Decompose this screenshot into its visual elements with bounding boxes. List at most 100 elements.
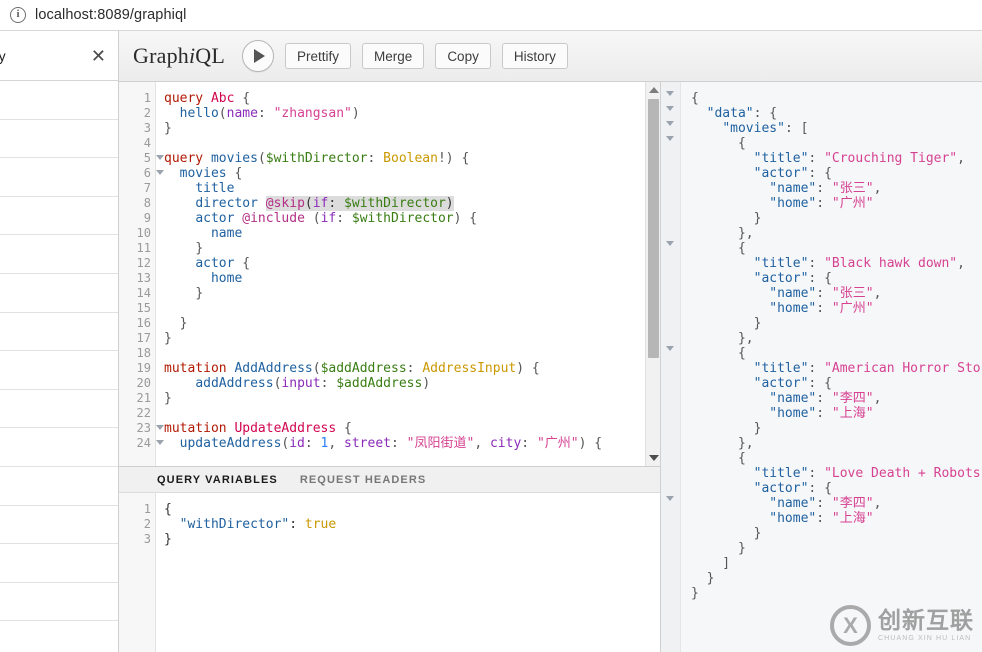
url-chip[interactable]: i localhost:8089/graphiql (0, 7, 186, 23)
list-item[interactable] (0, 81, 118, 120)
list-item[interactable] (0, 274, 118, 313)
result-line: { (691, 241, 982, 256)
code-line: } (164, 331, 645, 346)
list-item[interactable] (0, 544, 118, 583)
code-line: query Abc { (164, 91, 645, 106)
query-editor[interactable]: 123456789101112131415161718192021222324 … (119, 82, 660, 466)
code-line: query movies($withDirector: Boolean!) { (164, 151, 645, 166)
fold-toggle-icon[interactable] (666, 496, 674, 501)
line-number: 2 (119, 106, 155, 121)
result-line: "name": "张三", (691, 181, 982, 196)
code-line: { (164, 502, 660, 517)
tab-query-variables[interactable]: QUERY VARIABLES (157, 474, 278, 486)
fold-toggle-icon[interactable] (156, 440, 164, 445)
line-number: 4 (119, 136, 155, 151)
code-line (164, 346, 645, 361)
history-button[interactable]: History (502, 43, 568, 69)
list-item[interactable] (0, 428, 118, 467)
list-item[interactable] (0, 351, 118, 390)
line-number: 22 (119, 406, 155, 421)
fold-toggle-icon[interactable] (666, 346, 674, 351)
result-line: { (691, 346, 982, 361)
result-line: } (691, 571, 982, 586)
fold-toggle-icon[interactable] (666, 241, 674, 246)
line-number: 3 (119, 121, 155, 136)
fold-toggle-icon[interactable] (666, 91, 674, 96)
list-item[interactable] (0, 467, 118, 506)
fold-toggle-icon[interactable] (156, 155, 164, 160)
fold-toggle-icon[interactable] (156, 425, 164, 430)
line-number: 23 (119, 421, 155, 436)
result-code: { "data": { "movies": [ { "title": "Crou… (681, 82, 982, 652)
play-icon (254, 49, 265, 63)
code-line: } (164, 532, 660, 547)
line-number: 24 (119, 436, 155, 451)
line-number: 16 (119, 316, 155, 331)
result-line: }, (691, 226, 982, 241)
fold-toggle-icon[interactable] (666, 136, 674, 141)
line-number: 20 (119, 376, 155, 391)
variables-code[interactable]: { "withDirector": true} (156, 493, 660, 652)
fold-toggle-icon[interactable] (156, 170, 164, 175)
list-item[interactable] (0, 621, 118, 652)
result-line: "data": { (691, 106, 982, 121)
line-number: 1 (119, 502, 155, 517)
code-line: updateAddress(id: 1, street: "凤阳街道", cit… (164, 436, 645, 451)
line-number: 8 (119, 196, 155, 211)
url-text[interactable]: localhost:8089/graphiql (35, 7, 186, 23)
result-line: }, (691, 436, 982, 451)
result-line: "home": "广州" (691, 196, 982, 211)
list-item[interactable] (0, 506, 118, 545)
code-line: home (164, 271, 645, 286)
query-scrollbar[interactable] (645, 82, 660, 466)
background-list (0, 81, 118, 652)
code-line (164, 136, 645, 151)
line-number: 18 (119, 346, 155, 361)
result-line: "name": "李四", (691, 496, 982, 511)
list-item[interactable] (0, 197, 118, 236)
prettify-button[interactable]: Prettify (285, 43, 351, 69)
code-line: movies { (164, 166, 645, 181)
result-line: } (691, 526, 982, 541)
list-item[interactable] (0, 583, 118, 622)
list-item[interactable] (0, 120, 118, 159)
graphiql-logo: GraphiQL (133, 43, 225, 69)
result-line: "title": "Crouching Tiger", (691, 151, 982, 166)
background-tab-label: ry (0, 48, 6, 64)
result-line: { (691, 451, 982, 466)
execute-query-button[interactable] (242, 40, 274, 72)
browser-window: i localhost:8089/graphiql ry ✕ GraphiQL … (0, 0, 982, 652)
merge-button[interactable]: Merge (362, 43, 424, 69)
list-item[interactable] (0, 235, 118, 274)
code-line (164, 406, 645, 421)
list-item[interactable] (0, 313, 118, 352)
result-gutter (661, 82, 681, 652)
result-line: "actor": { (691, 271, 982, 286)
variables-editor[interactable]: 123 { "withDirector": true} (119, 493, 660, 652)
result-line: "name": "李四", (691, 391, 982, 406)
fold-toggle-icon[interactable] (666, 121, 674, 126)
list-item[interactable] (0, 390, 118, 429)
code-line: name (164, 226, 645, 241)
tab-request-headers[interactable]: REQUEST HEADERS (300, 474, 427, 486)
graphiql-app: GraphiQL Prettify Merge Copy History 123… (119, 31, 982, 652)
result-pane[interactable]: { "data": { "movies": [ { "title": "Crou… (661, 82, 982, 652)
query-code[interactable]: query Abc { hello(name: "zhangsan")}quer… (156, 82, 645, 466)
chevron-up-icon[interactable] (649, 87, 659, 93)
close-icon[interactable]: ✕ (91, 47, 106, 65)
chevron-down-icon[interactable] (649, 455, 659, 461)
line-number: 9 (119, 211, 155, 226)
scrollbar-thumb[interactable] (648, 99, 659, 358)
result-line: ] (691, 556, 982, 571)
copy-button[interactable]: Copy (435, 43, 491, 69)
code-line: actor @include (if: $withDirector) { (164, 211, 645, 226)
list-item[interactable] (0, 158, 118, 197)
code-line: } (164, 316, 645, 331)
line-number: 15 (119, 301, 155, 316)
fold-toggle-icon[interactable] (666, 106, 674, 111)
background-tab[interactable]: ry ✕ (0, 31, 118, 81)
line-number: 13 (119, 271, 155, 286)
line-number: 7 (119, 181, 155, 196)
code-line: addAddress(input: $addAddress) (164, 376, 645, 391)
info-circle-icon[interactable]: i (10, 7, 26, 23)
